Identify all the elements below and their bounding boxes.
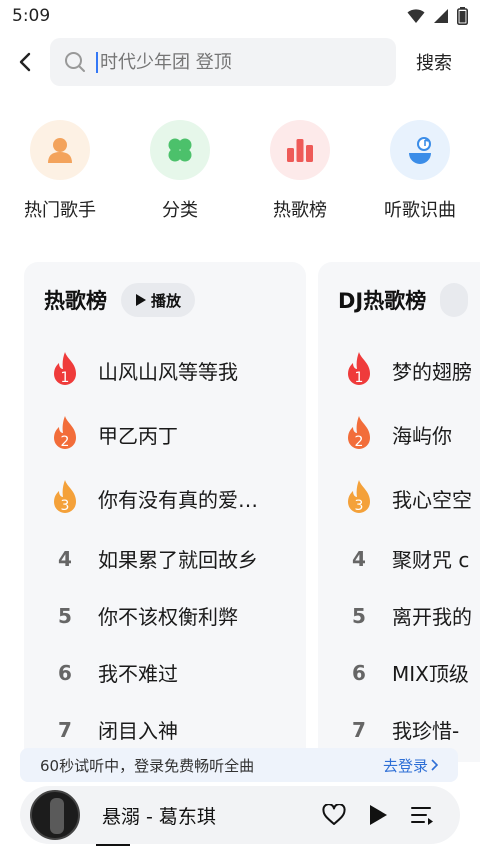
svg-text:3: 3 bbox=[61, 498, 70, 514]
now-playing-title: 悬溺 - 葛东琪 bbox=[102, 805, 216, 828]
song-row[interactable]: 6 我不难过 bbox=[24, 644, 306, 701]
song-title: MIX顶级 bbox=[392, 662, 469, 686]
quick-link-label: 热歌榜 bbox=[273, 200, 327, 221]
song-row[interactable]: 4 聚财咒 c bbox=[318, 530, 480, 587]
quick-link-label: 听歌识曲 bbox=[384, 200, 456, 221]
chevron-right-icon bbox=[431, 759, 438, 771]
song-title: 我不难过 bbox=[98, 662, 178, 686]
play-icon bbox=[136, 294, 146, 306]
trial-text: 60秒试听中，登录免费畅听全曲 bbox=[40, 756, 255, 775]
quick-link-label: 分类 bbox=[162, 200, 198, 221]
song-title: 梦的翅膀 bbox=[392, 359, 472, 384]
song-title: 山风山风等等我 bbox=[98, 359, 238, 384]
song-row[interactable]: 5 离开我的 bbox=[318, 587, 480, 644]
bar-chart-icon bbox=[270, 120, 330, 180]
svg-text:2: 2 bbox=[355, 434, 364, 450]
song-row[interactable]: 5 你不该权衡利弊 bbox=[24, 587, 306, 644]
quick-link-music-recognition[interactable]: 听歌识曲 bbox=[360, 120, 480, 230]
search-input[interactable] bbox=[96, 51, 366, 73]
search-row: 搜索 bbox=[0, 38, 480, 86]
back-button[interactable] bbox=[0, 38, 50, 86]
rank-flame-icon: 1 bbox=[348, 352, 370, 386]
rank-number: 4 bbox=[352, 546, 366, 571]
clover-icon bbox=[150, 120, 210, 180]
play-all-button[interactable] bbox=[440, 283, 469, 317]
song-title: 如果累了就回故乡 bbox=[98, 548, 258, 572]
song-row[interactable]: 3 我心空空 bbox=[318, 466, 480, 530]
song-row[interactable]: 2 甲乙丙丁 bbox=[24, 402, 306, 466]
mini-player[interactable]: 悬溺 - 葛东琪 bbox=[20, 786, 460, 844]
card-header: 热歌榜 播放 bbox=[24, 262, 306, 338]
search-box[interactable] bbox=[50, 38, 396, 86]
song-title: 聚财咒 c bbox=[392, 548, 470, 572]
play-icon[interactable] bbox=[368, 804, 388, 826]
battery-icon bbox=[457, 7, 468, 25]
album-art[interactable] bbox=[30, 790, 80, 840]
trial-banner: 60秒试听中，登录免费畅听全曲 去登录 bbox=[20, 748, 458, 782]
rank-flame-icon: 2 bbox=[54, 416, 76, 450]
rank-number: 5 bbox=[58, 603, 72, 628]
rank-flame-icon: 2 bbox=[348, 416, 370, 450]
status-bar: 5:09 bbox=[0, 0, 480, 32]
song-title: 我心空空 bbox=[392, 487, 472, 512]
hot-chart-card[interactable]: 热歌榜 播放 1 山风山风等等我 2 甲乙丙丁 3 你有没有真的爱… 4 如果累… bbox=[24, 262, 306, 762]
song-row[interactable]: 2 海屿你 bbox=[318, 402, 480, 466]
card-title: DJ热歌榜 bbox=[338, 289, 427, 313]
playlist-icon[interactable] bbox=[410, 804, 434, 826]
play-all-label: 播放 bbox=[151, 291, 182, 310]
quick-link-label: 热门歌手 bbox=[24, 200, 96, 221]
play-all-button[interactable]: 播放 bbox=[121, 283, 196, 317]
rank-flame-icon: 3 bbox=[54, 480, 76, 514]
status-time: 5:09 bbox=[12, 6, 51, 26]
song-title: 你有没有真的爱… bbox=[98, 487, 258, 512]
song-title: 离开我的 bbox=[392, 605, 472, 629]
svg-text:1: 1 bbox=[61, 370, 70, 386]
card-title: 热歌榜 bbox=[44, 289, 107, 313]
singer-icon bbox=[30, 120, 90, 180]
rank-number: 6 bbox=[352, 660, 366, 685]
back-arrow-icon bbox=[19, 52, 31, 72]
dj-chart-card[interactable]: DJ热歌榜 1 梦的翅膀 2 海屿你 3 我心空空 4 聚财咒 c 5 离开我的… bbox=[318, 262, 480, 762]
svg-text:2: 2 bbox=[61, 434, 70, 450]
wifi-icon bbox=[407, 9, 425, 23]
rank-flame-icon: 1 bbox=[54, 352, 76, 386]
rank-flame-icon: 3 bbox=[348, 480, 370, 514]
song-title: 我珍惜- bbox=[392, 719, 460, 743]
song-list: 1 山风山风等等我 2 甲乙丙丁 3 你有没有真的爱… 4 如果累了就回故乡 5… bbox=[24, 338, 306, 758]
quick-link-categories[interactable]: 分类 bbox=[120, 120, 240, 230]
search-icon bbox=[65, 52, 85, 72]
status-icons bbox=[407, 7, 468, 25]
song-row[interactable]: 1 梦的翅膀 bbox=[318, 338, 480, 402]
rank-number: 7 bbox=[352, 717, 366, 742]
quick-links: 热门歌手 分类 热歌榜 听歌识曲 bbox=[0, 120, 480, 230]
player-progress bbox=[96, 844, 130, 846]
music-recognize-icon bbox=[390, 120, 450, 180]
song-row[interactable]: 6 MIX顶级 bbox=[318, 644, 480, 701]
song-title: 闭目入神 bbox=[98, 719, 178, 743]
heart-icon[interactable] bbox=[322, 804, 346, 826]
quick-link-hot-singers[interactable]: 热门歌手 bbox=[0, 120, 120, 230]
song-title: 甲乙丙丁 bbox=[98, 423, 178, 448]
search-button[interactable]: 搜索 bbox=[416, 49, 452, 75]
svg-text:3: 3 bbox=[355, 498, 364, 514]
rank-number: 7 bbox=[58, 717, 72, 742]
song-row[interactable]: 4 如果累了就回故乡 bbox=[24, 530, 306, 587]
card-header: DJ热歌榜 bbox=[318, 262, 480, 338]
rank-number: 6 bbox=[58, 660, 72, 685]
rank-number: 4 bbox=[58, 546, 72, 571]
song-row[interactable]: 3 你有没有真的爱… bbox=[24, 466, 306, 530]
song-title: 你不该权衡利弊 bbox=[98, 605, 238, 629]
player-controls bbox=[322, 804, 434, 826]
quick-link-hot-chart[interactable]: 热歌榜 bbox=[240, 120, 360, 230]
svg-text:1: 1 bbox=[355, 370, 364, 386]
login-link-label: 去登录 bbox=[382, 756, 428, 775]
login-link[interactable]: 去登录 bbox=[383, 755, 438, 776]
signal-icon bbox=[434, 9, 448, 23]
song-list: 1 梦的翅膀 2 海屿你 3 我心空空 4 聚财咒 c 5 离开我的 6 MIX… bbox=[318, 338, 480, 758]
song-title: 海屿你 bbox=[392, 423, 452, 448]
rank-number: 5 bbox=[352, 603, 366, 628]
song-row[interactable]: 1 山风山风等等我 bbox=[24, 338, 306, 402]
